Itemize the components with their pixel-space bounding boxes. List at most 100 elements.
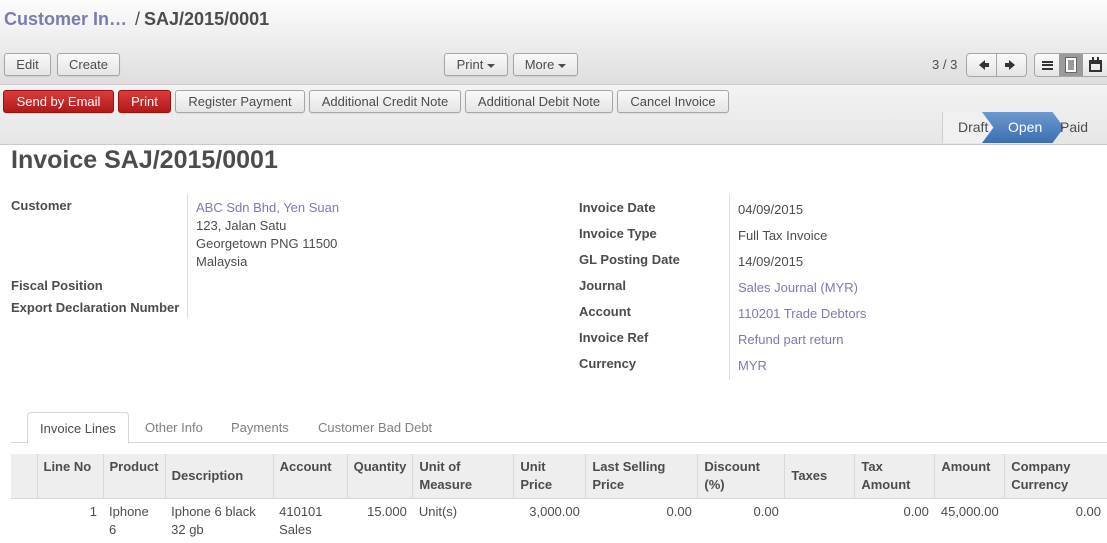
next-record-button[interactable] (996, 54, 1026, 76)
form-view-button[interactable] (1059, 54, 1083, 76)
breadcrumb-parent-link[interactable]: Customer In… (4, 9, 127, 29)
caret-down-icon (487, 64, 495, 68)
customer-address-line3: Malaysia (196, 254, 247, 269)
cell-quantity: 15.000 (347, 499, 413, 543)
customer-address-line1: 123, Jalan Satu (196, 218, 286, 233)
notebook-tabs: Invoice Lines Other Info Payments Custom… (11, 410, 1107, 443)
column-tax-amount[interactable]: Tax Amount (855, 454, 935, 499)
register-payment-button[interactable]: Register Payment (175, 90, 305, 113)
print-dropdown-button[interactable]: Print (444, 53, 508, 76)
calendar-icon (1089, 60, 1102, 72)
cell-description: Iphone 6 black 32 gb (165, 499, 273, 543)
breadcrumb-current: SAJ/2015/0001 (144, 9, 269, 29)
column-product[interactable]: Product (103, 454, 165, 499)
column-unit-of-measure[interactable]: Unit ofMeasure (413, 454, 514, 499)
cell-discount: 0.00 (698, 499, 785, 543)
status-step-open[interactable]: Open (982, 112, 1064, 143)
column-taxes[interactable]: Taxes (785, 454, 855, 499)
cell-uom: Unit(s) (413, 499, 514, 543)
edit-button[interactable]: Edit (4, 53, 51, 76)
column-account[interactable]: Account (273, 454, 347, 499)
invoice-lines-table: Line No Product Description Account Quan… (11, 454, 1107, 543)
column-unit-price[interactable]: UnitPrice (514, 454, 586, 499)
table-row[interactable]: 1 Iphone 6 Iphone 6 black 32 gb 410101 Sal… (11, 499, 1107, 543)
view-switcher (1034, 53, 1107, 77)
cancel-invoice-button[interactable]: Cancel Invoice (617, 90, 729, 113)
cell-tax-amount: 0.00 (855, 499, 935, 543)
additional-credit-note-button[interactable]: Additional Credit Note (309, 90, 461, 113)
pager-counter[interactable]: 3 / 3 (932, 57, 957, 72)
list-icon (1042, 61, 1053, 70)
customer-label: Customer (11, 198, 72, 213)
cell-description-line1: Iphone 6 black (171, 504, 256, 519)
status-step-paid[interactable]: Paid (1056, 112, 1107, 143)
column-company-currency-line2: Currency (1011, 477, 1068, 492)
pager-buttons (966, 53, 1027, 77)
cell-amount: 45,000.00 (935, 499, 1005, 543)
tab-invoice-lines[interactable]: Invoice Lines (27, 412, 129, 444)
create-button[interactable]: Create (57, 53, 120, 76)
table-header-row: Line No Product Description Account Quan… (11, 454, 1107, 499)
invoice-ref-label: Invoice Ref (579, 330, 648, 345)
calendar-view-button[interactable] (1083, 54, 1107, 76)
export-declaration-label: Export Declaration Number (11, 300, 179, 315)
column-uom-line2: Measure (419, 477, 472, 492)
account-label: Account (579, 304, 631, 319)
column-tax-amount-line2: Amount (861, 477, 910, 492)
cell-description-line2: 32 gb (171, 522, 204, 537)
column-description[interactable]: Description (165, 454, 273, 499)
column-company-currency[interactable]: CompanyCurrency (1005, 454, 1107, 499)
invoice-type-label: Invoice Type (579, 226, 657, 241)
cell-account-line1: 410101 (279, 504, 322, 519)
column-quantity[interactable]: Quantity (347, 454, 413, 499)
column-discount-line2: (%) (704, 477, 724, 492)
more-dropdown-label: More (525, 57, 555, 72)
print-dropdown-label: Print (457, 57, 484, 72)
cell-account: 410101 Sales (273, 499, 347, 543)
account-link[interactable]: 110201 Trade Debtors (738, 306, 866, 321)
form-statusbar: Send by Email Print Register Payment Add… (0, 85, 1107, 145)
column-amount[interactable]: Amount (935, 454, 1005, 499)
journal-link[interactable]: Sales Journal (MYR) (738, 280, 858, 295)
invoice-type-value: Full Tax Invoice (738, 228, 827, 243)
column-handle (11, 454, 37, 499)
column-unit-price-line1: Unit (520, 459, 545, 474)
column-line-no[interactable]: Line No (37, 454, 103, 499)
column-discount[interactable]: Discount(%) (698, 454, 785, 499)
cell-last-selling-price: 0.00 (586, 499, 698, 543)
cell-account-line2: Sales (279, 522, 312, 537)
breadcrumb: Customer In…/SAJ/2015/0001 (4, 9, 269, 30)
column-last-selling-line1: Last Selling (592, 459, 665, 474)
tab-other-info[interactable]: Other Info (133, 412, 215, 443)
customer-link[interactable]: ABC Sdn Bhd, Yen Suan (196, 200, 339, 215)
list-view-button[interactable] (1035, 54, 1059, 76)
customer-address-line2: Georgetown PNG 11500 (196, 236, 337, 251)
previous-record-button[interactable] (967, 54, 996, 76)
field-divider (187, 194, 188, 318)
column-last-selling-price[interactable]: Last Selling Price (586, 454, 698, 499)
cell-product: Iphone 6 (103, 499, 165, 543)
cell-line-no: 1 (37, 499, 103, 543)
page-title: Invoice SAJ/2015/0001 (11, 146, 278, 175)
additional-debit-note-button[interactable]: Additional Debit Note (465, 90, 613, 113)
arrow-right-icon (1009, 60, 1015, 70)
row-handle (11, 499, 37, 543)
field-divider (729, 194, 730, 380)
cell-taxes (785, 499, 855, 543)
currency-link[interactable]: MYR (738, 358, 767, 373)
print-invoice-button[interactable]: Print (118, 90, 171, 113)
form-sheet: Invoice SAJ/2015/0001 Customer ABC Sdn B… (0, 146, 1107, 541)
invoice-date-label: Invoice Date (579, 200, 656, 215)
tab-customer-bad-debt[interactable]: Customer Bad Debt (306, 412, 444, 443)
journal-label: Journal (579, 278, 626, 293)
column-last-selling-line2: Price (592, 477, 624, 492)
column-tax-amount-line1: Tax (861, 459, 882, 474)
currency-label: Currency (579, 356, 636, 371)
invoice-ref-value[interactable]: Refund part return (738, 332, 844, 347)
more-dropdown-button[interactable]: More (513, 53, 578, 76)
invoice-date-value: 04/09/2015 (738, 202, 803, 217)
fiscal-position-label: Fiscal Position (11, 278, 103, 293)
tab-payments[interactable]: Payments (219, 412, 301, 443)
send-by-email-button[interactable]: Send by Email (3, 90, 114, 113)
gl-posting-date-value: 14/09/2015 (738, 254, 803, 269)
